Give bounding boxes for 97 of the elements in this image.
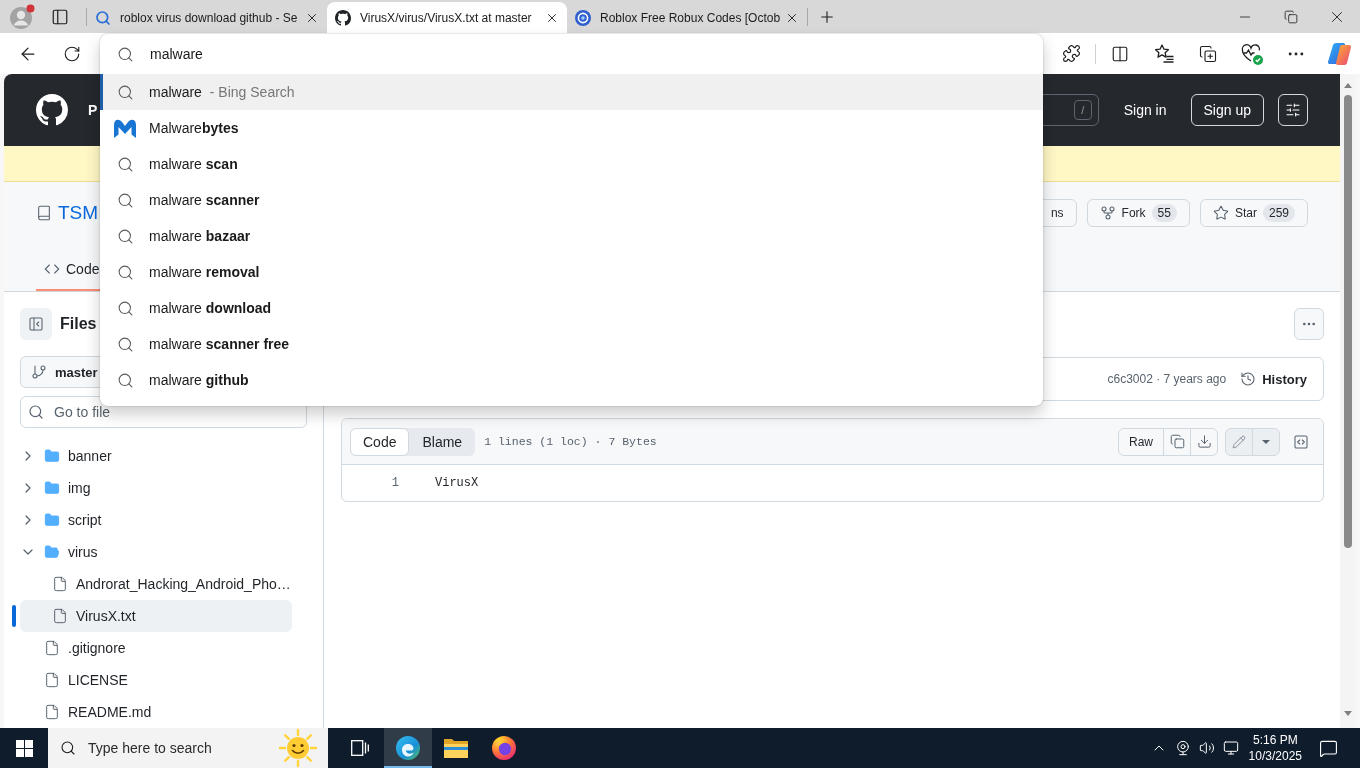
copy-button[interactable]: [1163, 427, 1191, 456]
search-icon: [116, 263, 134, 281]
files-title: Files: [60, 315, 97, 333]
code-text: VirusX: [435, 476, 479, 490]
star-list-icon[interactable]: [1154, 44, 1174, 63]
folder-icon[interactable]: [444, 738, 468, 758]
file-icon: [44, 640, 60, 656]
sidebar-panel-icon: [28, 316, 44, 332]
heart-pulse-icon[interactable]: [1241, 42, 1263, 65]
folder-icon: [44, 512, 60, 528]
commit-info: c6c3002 · 7 years ago: [1107, 372, 1227, 386]
folder-icon: [44, 480, 60, 496]
folder-icon: [44, 448, 60, 464]
search-icon: [116, 299, 134, 317]
counter: 55: [1151, 204, 1177, 222]
search-icon: [116, 371, 134, 389]
sign-in-link[interactable]: Sign in: [1123, 102, 1167, 118]
nav-link[interactable]: P: [88, 102, 98, 118]
code-square-icon[interactable]: [1293, 433, 1309, 450]
taskbar-button[interactable]: [384, 728, 432, 768]
view-tab[interactable]: Blame: [409, 427, 476, 456]
taskbar-search-field[interactable]: Type here to search: [48, 728, 328, 768]
search-icon: [95, 9, 111, 26]
browser-logo-icon[interactable]: [396, 736, 420, 760]
tree-item[interactable]: banner: [20, 440, 292, 472]
download-icon: [1196, 434, 1212, 449]
refresh-icon[interactable]: [63, 44, 81, 63]
panel-layout-icon[interactable]: [51, 7, 69, 26]
view-tab[interactable]: Code: [350, 427, 410, 456]
suggestion-item[interactable]: malware - Bing Search: [100, 74, 1043, 110]
history-button[interactable]: History: [1240, 371, 1307, 387]
search-icon: [116, 83, 134, 101]
file-icon: [44, 672, 60, 688]
fork-icon: [1099, 205, 1116, 221]
clock-time[interactable]: 5:16 PM: [1252, 732, 1298, 748]
site-logo-icon[interactable]: [36, 94, 68, 126]
monitor-icon[interactable]: [1222, 740, 1239, 756]
settings-button[interactable]: [1278, 94, 1308, 126]
tree-item[interactable]: virus: [20, 536, 292, 568]
star-icon: [1212, 205, 1229, 221]
branch-icon: [31, 364, 47, 380]
file-icon: [52, 608, 68, 624]
search-icon: [60, 740, 76, 756]
sign-up-button[interactable]: Sign up: [1190, 94, 1264, 126]
suggestion-item[interactable]: malware download: [100, 290, 1043, 326]
repo-name-link[interactable]: TSM: [58, 202, 99, 224]
tree-item[interactable]: README.md: [20, 696, 292, 728]
line-number: 1: [391, 476, 399, 490]
raw-button[interactable]: Raw: [1118, 427, 1164, 456]
selection-indicator: [12, 605, 16, 627]
tree-item[interactable]: Androrat_Hacking_Android_Pho…: [20, 568, 292, 600]
puzzle-icon[interactable]: [1061, 44, 1081, 63]
tree-item[interactable]: script: [20, 504, 292, 536]
ring-icon: [575, 9, 591, 26]
clock-date[interactable]: 10/3/2025: [1248, 748, 1302, 764]
restore-icon[interactable]: [1284, 9, 1298, 24]
key-hint: /: [1073, 100, 1092, 120]
search-icon: [116, 227, 134, 245]
history-icon: [1240, 371, 1257, 387]
sliders-icon: [1285, 102, 1301, 118]
fork-button[interactable]: Fork 55: [1086, 199, 1190, 227]
app-logo-icon[interactable]: [492, 736, 516, 760]
windows-logo-icon[interactable]: [15, 739, 33, 757]
browser-tab[interactable]: roblox virus download github - Se: [87, 2, 327, 33]
browser-tab[interactable]: VirusX/virus/VirusX.txt at master: [327, 2, 567, 33]
browser-tab[interactable]: Roblox Free Robux Codes [Octob: [567, 2, 807, 33]
book-icon: [36, 205, 52, 221]
webcam-icon[interactable]: [1174, 740, 1191, 756]
star-button[interactable]: Star 259: [1199, 199, 1308, 227]
open-folder-icon: [44, 544, 60, 560]
task-view-icon[interactable]: [351, 740, 369, 756]
tree-item[interactable]: img: [20, 472, 292, 504]
stack-plus-icon[interactable]: [1199, 44, 1217, 63]
tree-item[interactable]: .gitignore: [20, 632, 292, 664]
site-logo-icon: [335, 9, 351, 26]
speech-bubble-icon[interactable]: [1318, 738, 1338, 758]
profile-avatar-icon[interactable]: [9, 3, 35, 30]
download-button[interactable]: [1190, 427, 1218, 456]
search-icon: [116, 335, 134, 353]
search-icon: [117, 45, 134, 63]
search-icon: [116, 155, 134, 173]
tree-item[interactable]: LICENSE: [20, 664, 292, 696]
volume-icon[interactable]: [1198, 740, 1215, 756]
code-icon: [44, 261, 60, 277]
counter: 259: [1262, 204, 1295, 222]
split-screen-icon[interactable]: [1111, 44, 1129, 63]
file-icon: [44, 704, 60, 720]
search-icon: [116, 191, 134, 209]
caret-icon: [1262, 439, 1270, 444]
suggestion-item[interactable]: malware scan: [100, 146, 1043, 182]
m-logo-icon: [113, 117, 137, 139]
pencil-icon: [1232, 434, 1246, 449]
file-icon: [52, 576, 68, 592]
file-info: 1 lines (1 loc) · 7 Bytes: [484, 435, 657, 448]
copy-icon: [1169, 434, 1185, 449]
search-icon: [28, 404, 44, 420]
repo-tab[interactable]: Code: [36, 249, 108, 291]
